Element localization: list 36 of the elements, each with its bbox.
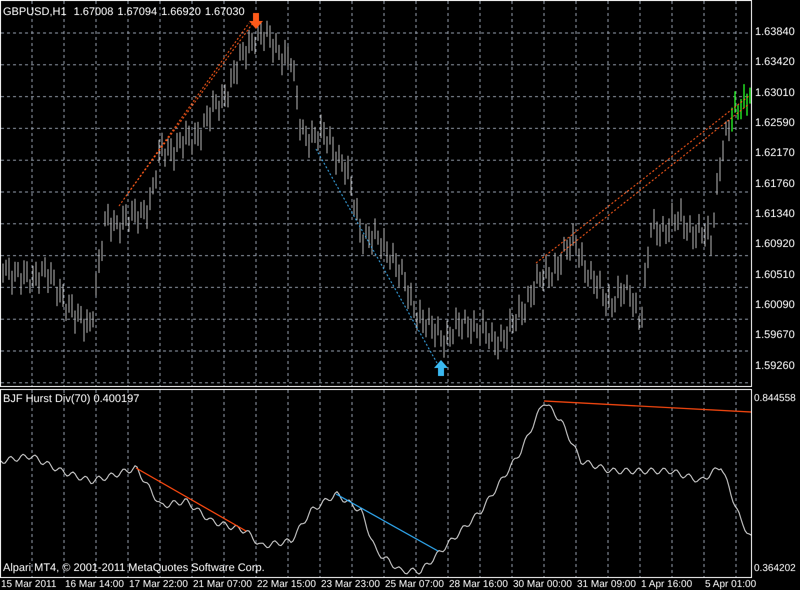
price-label: 1.60920: [754, 237, 796, 252]
time-label: 23 Mar 23:00: [321, 579, 380, 590]
indicator-value-label: 0.844558: [753, 392, 797, 406]
price-label: 1.63420: [754, 55, 796, 70]
price-label: 1.59260: [754, 358, 796, 374]
price-label: 1.59670: [754, 328, 796, 344]
time-label: 28 Mar 16:00: [449, 579, 508, 590]
symbol-label: GBPUSD,H1: [3, 5, 67, 20]
price-label: 1.61340: [754, 206, 796, 222]
quote-value: 1.66920: [161, 5, 201, 20]
quote-value: 1.67008: [74, 5, 114, 20]
price-label: 1.63840: [754, 25, 796, 40]
copyright-text: Alpari MT4, © 2001-2011 MetaQuotes Software Corp.: [3, 560, 265, 576]
time-label: 22 Mar 15:00: [257, 579, 316, 590]
price-label: 1.62590: [754, 116, 796, 131]
time-label: 21 Mar 07:00: [193, 579, 252, 590]
quote-value: 1.67094: [117, 5, 158, 20]
price-label: 1.60090: [754, 298, 796, 313]
price-label: 1.60510: [754, 268, 796, 283]
time-label: 30 Mar 00:00: [513, 579, 572, 590]
time-label: 15 Mar 2011: [1, 579, 56, 590]
price-label: 1.63010: [754, 86, 796, 101]
time-label: 5 Apr 01:00: [705, 579, 756, 590]
price-bars-drawing: [731, 83, 751, 132]
quote-value: 1.67030: [204, 5, 245, 20]
indicator-value-label: 0.364202: [753, 562, 797, 576]
time-label: 16 Mar 14:00: [65, 579, 124, 590]
down-arrow-icon: [249, 13, 263, 29]
time-label: 17 Mar 22:00: [129, 579, 188, 590]
price-label: 1.62170: [754, 146, 796, 162]
price-label: 1.61760: [754, 176, 796, 192]
time-label: 31 Mar 09:00: [577, 579, 636, 590]
time-label: 1 Apr 16:00: [641, 579, 692, 590]
up-arrow-icon: [434, 360, 448, 376]
time-label: 25 Mar 07:00: [385, 579, 444, 590]
indicator-label: BJF Hurst Div(70) 0.400197: [3, 392, 140, 407]
